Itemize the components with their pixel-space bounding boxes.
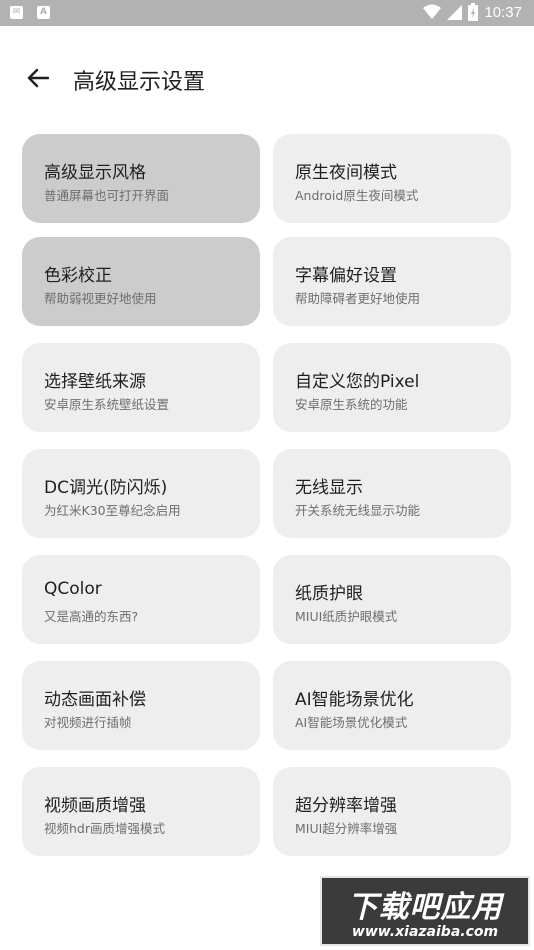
- notification-glyph: ✉: [12, 7, 21, 17]
- card-title: 字幕偏好设置: [295, 266, 397, 286]
- settings-card[interactable]: 动态画面补偿对视频进行插帧: [22, 661, 260, 750]
- card-title: 高级显示风格: [44, 163, 146, 183]
- settings-card[interactable]: 原生夜间模式 Android原生夜间模式: [273, 134, 511, 223]
- card-title: QColor: [44, 579, 102, 599]
- card-title: 原生夜间模式: [295, 163, 397, 183]
- settings-card[interactable]: 超分辨率增强 MIUI超分辨率增强: [273, 767, 511, 856]
- card-subtitle: 帮助障碍者更好地使用: [295, 291, 421, 306]
- card-title: 无线显示: [295, 478, 363, 498]
- watermark-url: www.xiazaiba.com: [351, 924, 499, 940]
- settings-card[interactable]: 自定义您的Pixel 安卓原生系统的功能: [273, 343, 511, 432]
- font-icon: A: [37, 6, 50, 19]
- wifi-icon: [423, 4, 442, 19]
- card-subtitle: 安卓原生系统壁纸设置: [44, 397, 170, 412]
- card-subtitle: 帮助弱视更好地使用: [44, 291, 157, 306]
- notification-icon: ✉: [10, 6, 23, 19]
- card-subtitle: 开关系统无线显示功能: [295, 503, 421, 518]
- card-subtitle: Android原生夜间模式: [295, 188, 419, 203]
- arrow-left-icon: [27, 68, 49, 88]
- card-title: 自定义您的Pixel: [295, 372, 420, 392]
- back-button[interactable]: [22, 62, 54, 94]
- font-glyph: A: [40, 7, 47, 17]
- app-bar: 高级显示设置: [0, 52, 534, 108]
- card-subtitle: AI智能场景优化模式: [295, 715, 408, 730]
- card-title: DC调光(防闪烁): [44, 478, 168, 498]
- watermark-title: 下载吧应用: [347, 890, 503, 925]
- card-title: 色彩校正: [44, 266, 112, 286]
- card-title: 纸质护眼: [295, 584, 363, 604]
- settings-card[interactable]: 选择壁纸来源安卓原生系统壁纸设置: [22, 343, 260, 432]
- signal-icon: [447, 4, 463, 20]
- settings-card[interactable]: 视频画质增强视频hdr画质增强模式: [22, 767, 260, 856]
- card-title: 选择壁纸来源: [44, 372, 146, 392]
- card-subtitle: 对视频进行插帧: [44, 715, 132, 730]
- card-title: AI智能场景优化: [295, 690, 414, 710]
- card-title: 超分辨率增强: [295, 796, 397, 816]
- card-title: 视频画质增强: [44, 796, 146, 816]
- settings-card[interactable]: AI智能场景优化 AI智能场景优化模式: [273, 661, 511, 750]
- card-title: 动态画面补偿: [44, 690, 146, 710]
- settings-card[interactable]: DC调光(防闪烁) 为红米K30至尊纪念启用: [22, 449, 260, 538]
- card-subtitle: MIUI超分辨率增强: [295, 821, 398, 836]
- card-subtitle: 又是高通的东西?: [44, 609, 139, 624]
- card-subtitle: 普通屏幕也可打开界面: [44, 188, 170, 203]
- status-bar: ✉ A 10:37: [0, 0, 534, 26]
- status-left-icons: ✉ A: [10, 6, 50, 19]
- settings-card[interactable]: 字幕偏好设置帮助障碍者更好地使用: [273, 237, 511, 326]
- card-subtitle: 视频hdr画质增强模式: [44, 821, 165, 836]
- settings-card[interactable]: 色彩校正帮助弱视更好地使用: [22, 237, 260, 326]
- card-subtitle: MIUI纸质护眼模式: [295, 609, 398, 624]
- status-time: 10:37: [484, 3, 522, 21]
- card-subtitle: 为红米K30至尊纪念启用: [44, 503, 181, 518]
- settings-card[interactable]: QColor 又是高通的东西?: [22, 555, 260, 644]
- settings-card[interactable]: 纸质护眼 MIUI纸质护眼模式: [273, 555, 511, 644]
- page-title: 高级显示设置: [73, 70, 206, 95]
- settings-card[interactable]: 无线显示开关系统无线显示功能: [273, 449, 511, 538]
- watermark-logo: 下载吧应用 www.xiazaiba.com: [320, 876, 530, 946]
- battery-icon: [468, 3, 479, 21]
- status-right-icons: 10:37: [423, 3, 522, 21]
- card-subtitle: 安卓原生系统的功能: [295, 397, 408, 412]
- settings-card[interactable]: 高级显示风格普通屏幕也可打开界面: [22, 134, 260, 223]
